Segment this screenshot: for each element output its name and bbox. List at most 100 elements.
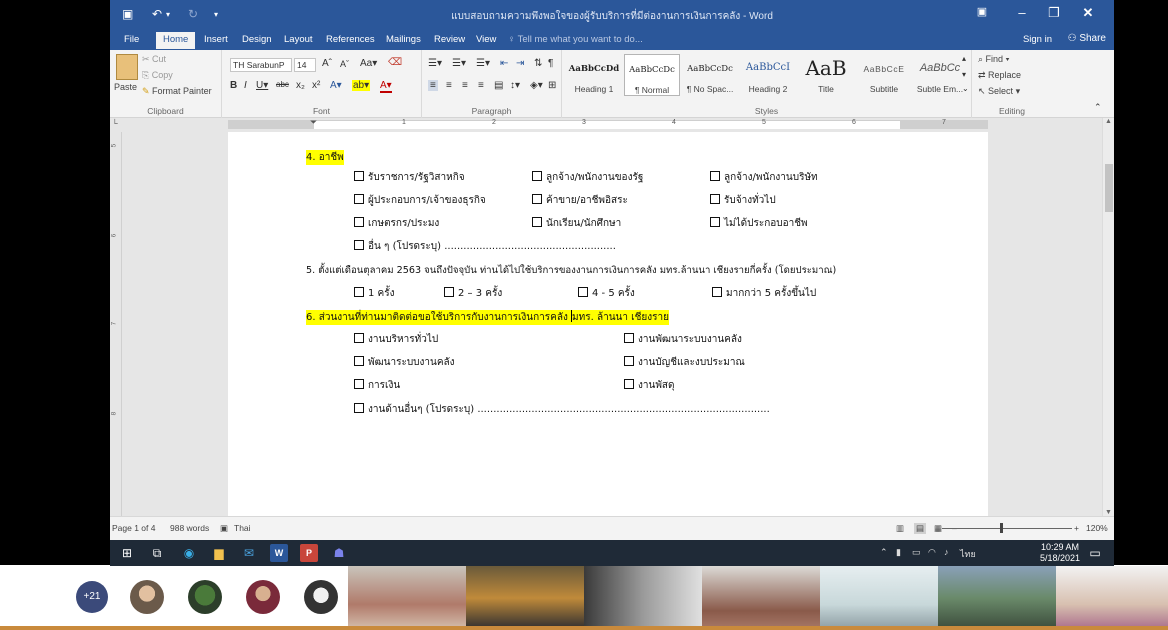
bold-icon[interactable]: B — [230, 80, 237, 91]
increase-indent-icon[interactable]: ⇥ — [516, 58, 524, 69]
change-case-icon[interactable]: Aa▾ — [360, 58, 377, 69]
format-painter-button[interactable]: ✎ Format Painter — [142, 86, 212, 97]
tab-insert[interactable]: Insert — [204, 34, 228, 45]
page-count[interactable]: Page 1 of 4 — [112, 523, 155, 533]
taskbar-clock[interactable]: 10:29 AM 5/18/2021 — [1040, 542, 1080, 564]
zoom-slider-knob[interactable] — [1000, 523, 1003, 533]
minimize-button[interactable]: – — [1012, 5, 1032, 20]
q4-option-2[interactable]: ลูกจ้าง/พนักงานของรัฐ — [532, 170, 643, 185]
windows-start-icon[interactable]: ⊞ — [118, 544, 136, 562]
scroll-down-icon[interactable]: ▼ — [1105, 509, 1112, 516]
participant-video-tile[interactable] — [584, 566, 702, 630]
zoom-slider[interactable] — [942, 528, 1072, 529]
participant-avatar[interactable] — [130, 580, 164, 614]
subscript-icon[interactable]: x₂ — [296, 80, 305, 91]
more-participants-badge[interactable]: +21 — [76, 581, 108, 613]
checkbox[interactable] — [354, 333, 364, 343]
close-button[interactable]: ✕ — [1078, 5, 1098, 21]
tray-volume-icon[interactable]: ♪ — [944, 547, 949, 557]
cut-button[interactable]: ✂ Cut — [142, 54, 166, 65]
q6-option-3[interactable]: พัฒนาระบบงานคลัง — [354, 355, 455, 370]
italic-icon[interactable]: I — [244, 80, 247, 91]
copy-button[interactable]: ⎘ Copy — [142, 70, 173, 81]
highlight-icon[interactable]: ab▾ — [352, 80, 371, 91]
participant-video-tile[interactable] — [702, 566, 820, 630]
align-center-icon[interactable]: ≡ — [446, 80, 452, 91]
style-heading-1[interactable]: AaBbCcDd Heading 1 — [566, 54, 622, 96]
pilcrow-icon[interactable]: ¶ — [548, 58, 553, 69]
q6-option-2[interactable]: งานพัฒนาระบบงานคลัง — [624, 332, 742, 347]
participant-video-tile[interactable] — [938, 566, 1056, 630]
proofing-icon[interactable]: ▣ — [220, 523, 228, 534]
scroll-thumb[interactable] — [1105, 164, 1113, 212]
checkbox[interactable] — [532, 217, 542, 227]
tab-references[interactable]: References — [326, 34, 375, 45]
tray-network-icon[interactable]: ◠ — [928, 547, 936, 558]
checkbox[interactable] — [444, 287, 454, 297]
sort-icon[interactable]: ⇅ — [534, 58, 542, 69]
indent-marker-icon[interactable]: ⏷ — [310, 117, 317, 128]
q6-option-6[interactable]: งานพัสดุ — [624, 378, 675, 393]
print-layout-icon[interactable]: ▤ — [914, 523, 927, 534]
collapse-ribbon-icon[interactable]: ⌃ — [1094, 102, 1102, 113]
styles-scroll-up-icon[interactable]: ▴ — [962, 54, 966, 63]
styles-more-icon[interactable]: ⌄ — [962, 84, 969, 93]
edge-browser-icon[interactable]: ◉ — [180, 544, 198, 562]
tab-file[interactable]: File — [124, 34, 139, 45]
find-button[interactable]: ⌕ Find ▾ — [978, 54, 1009, 65]
select-button[interactable]: ↖ Select ▾ — [978, 86, 1020, 97]
checkbox[interactable] — [532, 194, 542, 204]
teams-app-icon[interactable]: ☗ — [330, 544, 348, 562]
q6-option-other[interactable]: งานด้านอื่นๆ (โปรดระบุ) ................… — [354, 402, 770, 417]
language-indicator[interactable]: Thai — [234, 523, 251, 533]
distributed-icon[interactable]: ▤ — [494, 80, 503, 91]
q6-option-4[interactable]: งานบัญชีและงบประมาณ — [624, 355, 745, 370]
q5-option-1[interactable]: 1 ครั้ง — [354, 286, 394, 301]
font-size-box[interactable]: 14 — [294, 58, 316, 72]
checkbox[interactable] — [354, 194, 364, 204]
checkbox[interactable] — [578, 287, 588, 297]
checkbox[interactable] — [354, 217, 364, 227]
tab-view[interactable]: View — [476, 34, 496, 45]
checkbox[interactable] — [354, 356, 364, 366]
ribbon-display-icon[interactable]: ▣ — [972, 5, 992, 18]
checkbox[interactable] — [354, 379, 364, 389]
style-subtle-emphasis[interactable]: AaBbCc Subtle Em... — [912, 54, 968, 96]
clear-format-icon[interactable]: ⌫ — [388, 57, 402, 68]
checkbox[interactable] — [710, 217, 720, 227]
tell-me-box[interactable]: ♀ Tell me what you want to do... — [508, 34, 643, 45]
q6-option-5[interactable]: การเงิน — [354, 378, 400, 393]
q4-option-4[interactable]: ผู้ประกอบการ/เจ้าของธุรกิจ — [354, 193, 486, 208]
multilevel-list-icon[interactable]: ☰▾ — [476, 58, 490, 69]
q5-option-2[interactable]: 2 – 3 ครั้ง — [444, 286, 502, 301]
q5-option-4[interactable]: มากกว่า 5 ครั้งขึ้นไป — [712, 286, 816, 301]
participant-video-tile[interactable] — [820, 566, 938, 630]
q4-option-other[interactable]: อื่น ๆ (โปรดระบุ) ......................… — [354, 239, 616, 254]
tab-layout[interactable]: Layout — [284, 34, 313, 45]
tab-review[interactable]: Review — [434, 34, 465, 45]
superscript-icon[interactable]: x² — [312, 80, 320, 91]
vertical-ruler[interactable]: 5 6 7 8 — [110, 132, 122, 516]
checkbox[interactable] — [624, 333, 634, 343]
checkbox[interactable] — [532, 171, 542, 181]
participant-video-tile[interactable] — [348, 566, 466, 630]
read-mode-icon[interactable]: ▥ — [896, 523, 904, 534]
word-count[interactable]: 988 words — [170, 523, 209, 533]
font-color-icon[interactable]: A▾ — [380, 80, 392, 93]
checkbox[interactable] — [712, 287, 722, 297]
participant-avatar[interactable] — [304, 580, 338, 614]
mail-icon[interactable]: ✉ — [240, 544, 258, 562]
share-button[interactable]: ⚇ Share — [1068, 33, 1106, 44]
web-layout-icon[interactable]: ▦ — [934, 523, 942, 534]
q4-option-3[interactable]: ลูกจ้าง/พนักงานบริษัท — [710, 170, 818, 185]
participant-avatar[interactable] — [188, 580, 222, 614]
checkbox[interactable] — [354, 171, 364, 181]
align-right-icon[interactable]: ≡ — [462, 80, 468, 91]
tab-selector-icon[interactable]: └ — [112, 119, 118, 128]
shrink-font-icon[interactable]: Aˇ — [340, 59, 349, 69]
participant-video-tile[interactable] — [466, 566, 584, 630]
participant-avatar[interactable] — [246, 580, 280, 614]
sign-in-link[interactable]: Sign in — [1023, 34, 1052, 45]
input-language[interactable]: ไทย — [960, 547, 976, 561]
text-effects-icon[interactable]: A▾ — [330, 80, 342, 91]
